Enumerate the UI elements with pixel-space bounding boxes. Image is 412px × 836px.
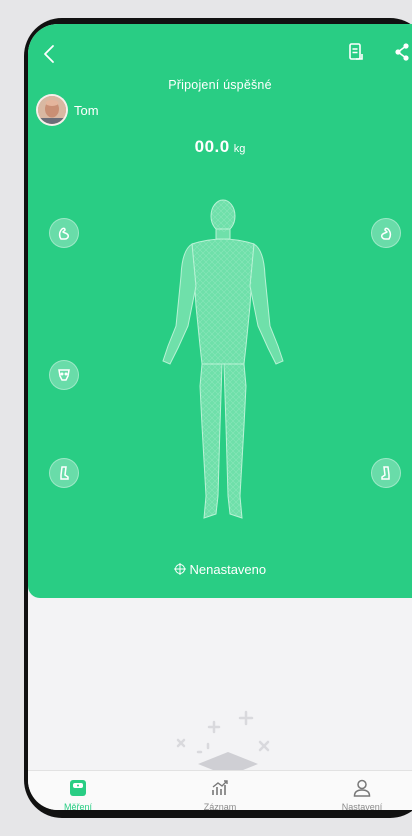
measurement-panel: Připojení úspěšné Tom 00.0 kg Nenastaven… xyxy=(28,24,412,598)
app-screen: Připojení úspěšné Tom 00.0 kg Nenastaven… xyxy=(28,24,412,810)
left-arm-button[interactable] xyxy=(49,218,79,248)
weight-unit: kg xyxy=(233,143,246,155)
report-button[interactable] xyxy=(344,40,368,64)
tab-measure[interactable]: Měření xyxy=(28,777,128,810)
chart-icon xyxy=(212,780,228,795)
tab-records[interactable]: Záznam xyxy=(170,777,270,810)
person-icon xyxy=(353,779,371,797)
right-arm-button[interactable] xyxy=(371,218,401,248)
avatar xyxy=(36,94,68,126)
trunk-button[interactable] xyxy=(49,360,79,390)
scale-icon xyxy=(70,780,86,796)
share-icon xyxy=(395,43,409,61)
tab-bar: Měření Záznam Nastavení xyxy=(28,770,412,810)
left-leg-button[interactable] xyxy=(49,458,79,488)
tab-settings[interactable]: Nastavení xyxy=(312,777,412,810)
tab-label: Měření xyxy=(63,802,92,810)
crosshair-icon xyxy=(173,563,186,575)
arm-icon xyxy=(58,227,69,240)
unset-text: Nenastaveno xyxy=(189,562,267,577)
body-figure xyxy=(162,199,284,519)
share-button[interactable] xyxy=(392,40,412,64)
leg-icon xyxy=(60,466,69,480)
weight-display: 00.0 kg xyxy=(28,137,412,157)
scale-illustration xyxy=(176,710,270,776)
tab-label: Nastavení xyxy=(341,802,383,810)
leg-icon xyxy=(381,466,390,480)
user-name: Tom xyxy=(74,102,99,118)
back-button[interactable] xyxy=(38,42,62,66)
user-selector[interactable]: Tom xyxy=(36,94,99,126)
document-icon xyxy=(349,43,363,60)
weight-value: 00.0 xyxy=(194,137,230,156)
segment-unset-label[interactable]: Nenastaveno xyxy=(28,562,412,577)
right-leg-button[interactable] xyxy=(371,458,401,488)
torso-icon xyxy=(58,369,70,381)
tab-label: Záznam xyxy=(203,802,237,810)
chevron-left-icon xyxy=(44,45,54,63)
top-bar xyxy=(28,24,412,84)
connection-status: Připojení úspěšné xyxy=(168,78,272,92)
arm-icon xyxy=(381,227,392,240)
